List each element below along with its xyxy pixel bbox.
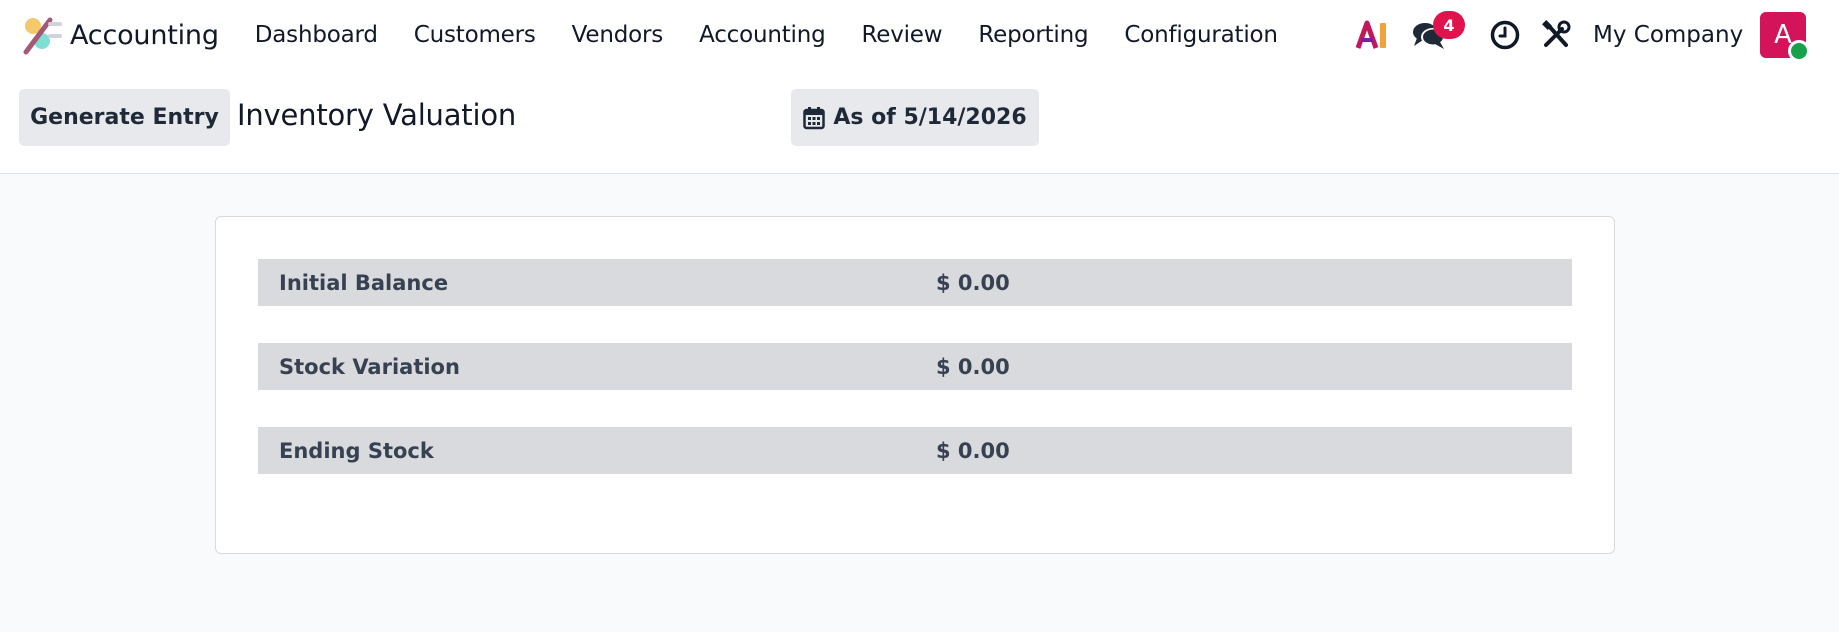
valuation-row-stock-variation: Stock Variation $ 0.00 <box>258 343 1572 390</box>
online-status-indicator <box>1788 40 1810 62</box>
row-label: Ending Stock <box>279 438 434 463</box>
message-count-badge: 4 <box>1433 11 1465 39</box>
date-filter-label: As of 5/14/2026 <box>833 105 1027 130</box>
valuation-row-initial-balance: Initial Balance $ 0.00 <box>258 259 1572 306</box>
menu-item-review[interactable]: Review <box>844 0 961 70</box>
app-brand[interactable]: Accounting <box>20 0 219 70</box>
valuation-row-ending-stock: Ending Stock $ 0.00 <box>258 427 1572 474</box>
app-name: Accounting <box>70 19 219 51</box>
date-filter-button[interactable]: As of 5/14/2026 <box>791 89 1039 146</box>
row-label: Initial Balance <box>279 270 449 295</box>
menu-item-vendors[interactable]: Vendors <box>554 0 681 70</box>
row-label: Stock Variation <box>279 354 460 379</box>
menu-item-accounting[interactable]: Accounting <box>681 0 843 70</box>
generate-entry-button[interactable]: Generate Entry <box>19 89 230 146</box>
menu-item-customers[interactable]: Customers <box>396 0 554 70</box>
top-navbar: Accounting Dashboard Customers Vendors A… <box>0 0 1839 70</box>
calendar-icon <box>803 106 826 130</box>
control-panel: Generate Entry Inventory Valuation As of… <box>0 70 1839 174</box>
ai-icon[interactable] <box>1355 18 1389 52</box>
valuation-card: Initial Balance $ 0.00 Stock Variation $… <box>215 216 1615 554</box>
main-menu: Dashboard Customers Vendors Accounting R… <box>237 0 1296 70</box>
page-title: Inventory Valuation <box>237 98 517 132</box>
accounting-app-icon <box>20 14 62 56</box>
company-switcher[interactable]: My Company <box>1593 0 1743 70</box>
menu-item-dashboard[interactable]: Dashboard <box>237 0 396 70</box>
row-value: $ 0.00 <box>936 270 1010 295</box>
menu-item-reporting[interactable]: Reporting <box>960 0 1106 70</box>
clock-icon[interactable] <box>1489 19 1521 51</box>
menu-item-configuration[interactable]: Configuration <box>1106 0 1295 70</box>
tools-icon[interactable] <box>1540 19 1572 51</box>
row-value: $ 0.00 <box>936 354 1010 379</box>
row-value: $ 0.00 <box>936 438 1010 463</box>
